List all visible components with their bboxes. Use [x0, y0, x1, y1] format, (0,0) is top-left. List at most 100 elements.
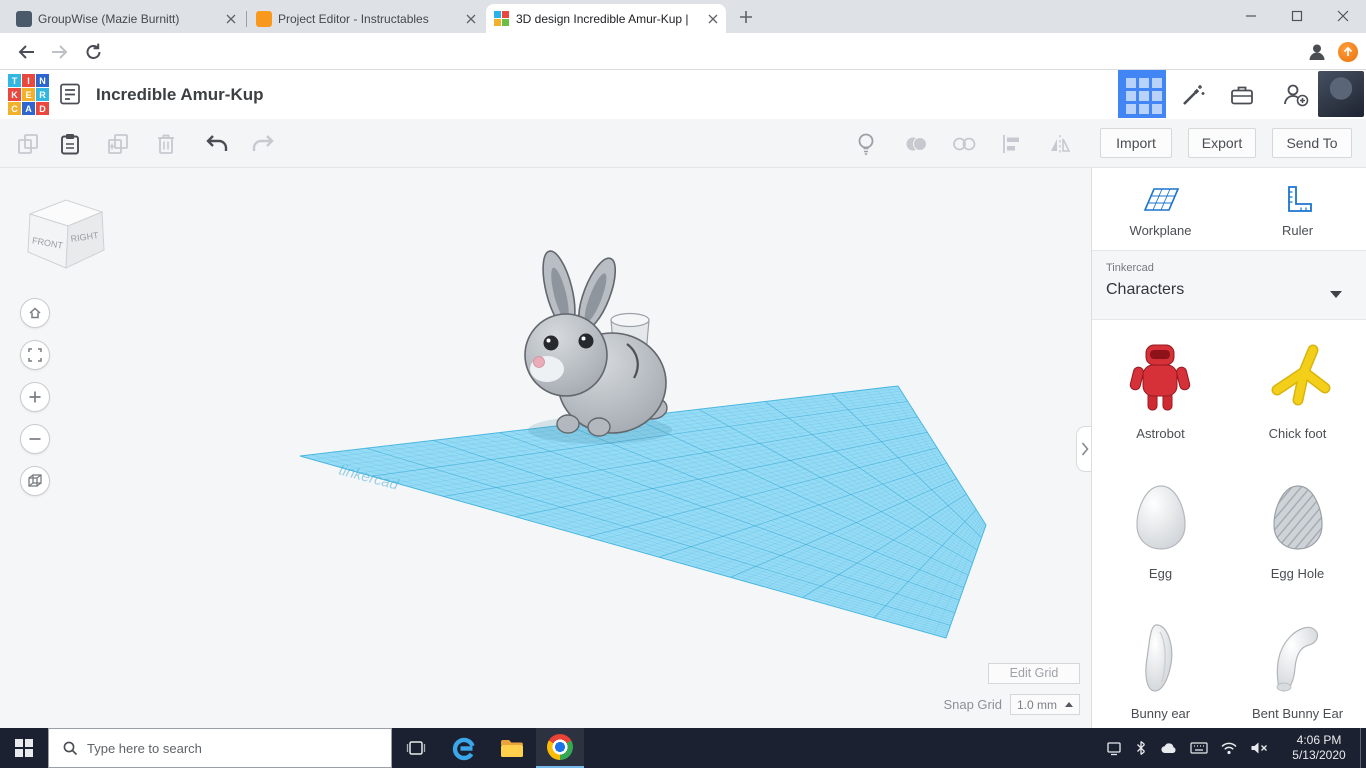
panel-collapse-handle[interactable] [1076, 426, 1092, 472]
start-button[interactable] [0, 728, 48, 768]
group-icon[interactable] [903, 132, 929, 156]
logo-tile: D [36, 102, 49, 115]
shape-item-egg[interactable]: Egg [1092, 478, 1229, 581]
import-button[interactable]: Import [1100, 128, 1172, 158]
paste-icon[interactable] [58, 132, 82, 156]
add-person-icon[interactable] [1281, 81, 1309, 109]
shape-item-astrobot[interactable]: Astrobot [1092, 338, 1229, 441]
browser-menu-update-icon[interactable] [1338, 42, 1358, 62]
shape-item-bunny-ear[interactable]: Bunny ear [1092, 618, 1229, 721]
view-cube[interactable]: FRONT RIGHT [16, 188, 108, 280]
lightbulb-icon[interactable] [853, 131, 879, 157]
tab-title: 3D design Incredible Amur-Kup | [516, 12, 702, 26]
zoom-in-button[interactable] [20, 382, 50, 412]
logo-tile: T [8, 74, 21, 87]
design-menu-icon[interactable] [58, 82, 82, 106]
snap-grid-value: 1.0 mm [1017, 698, 1059, 712]
tablet-mode-icon[interactable] [1106, 740, 1122, 756]
shape-item-bent-bunny-ear[interactable]: Bent Bunny Ear [1229, 618, 1366, 721]
undo-icon[interactable] [204, 132, 230, 156]
tab-close-icon[interactable] [466, 14, 476, 24]
shapes-panel: Workplane Ruler Tinkercad Characters [1092, 168, 1366, 728]
show-desktop-strip[interactable] [1360, 728, 1366, 768]
shape-category-dropdown[interactable]: Tinkercad Characters [1092, 250, 1366, 320]
new-tab-button[interactable] [738, 9, 754, 25]
chrome-icon [547, 734, 573, 760]
home-view-button[interactable] [20, 298, 50, 328]
bent-bunny-ear-icon [1253, 618, 1343, 698]
clock-date: 5/13/2020 [1292, 748, 1345, 763]
chrome-button[interactable] [536, 728, 584, 768]
windows-logo-icon [15, 739, 33, 757]
egg-hole-icon [1253, 478, 1343, 558]
tinkercad-logo[interactable]: TIN KER CAD [8, 74, 49, 115]
logo-tile: N [36, 74, 49, 87]
bunny-model[interactable] [525, 248, 672, 444]
fit-view-icon [27, 347, 43, 363]
fit-view-button[interactable] [20, 340, 50, 370]
ruler-tool[interactable]: Ruler [1229, 172, 1366, 248]
send-to-button[interactable]: Send To [1272, 128, 1352, 158]
tinkercad-header: TIN KER CAD Incredible Amur-Kup [0, 70, 1366, 119]
zoom-out-button[interactable] [20, 424, 50, 454]
task-view-button[interactable] [392, 728, 440, 768]
volume-muted-icon[interactable] [1250, 741, 1268, 755]
logo-tile: C [8, 102, 21, 115]
edit-toolbar: Import Export Send To [0, 119, 1366, 168]
profile-icon[interactable] [1306, 41, 1328, 63]
ungroup-icon[interactable] [951, 132, 977, 156]
duplicate-icon[interactable] [106, 132, 130, 156]
3d-viewport[interactable]: tinkercad [0, 168, 1092, 728]
shape-item-chick-foot[interactable]: Chick foot [1229, 338, 1366, 441]
edge-button[interactable] [440, 728, 488, 768]
tab-instructables[interactable]: Project Editor - Instructables [248, 5, 484, 33]
chick-foot-icon [1253, 338, 1343, 418]
folder-icon [499, 737, 525, 759]
window-maximize-button[interactable] [1274, 0, 1320, 32]
reload-button[interactable] [82, 40, 106, 64]
export-button[interactable]: Export [1188, 128, 1256, 158]
tab-title: GroupWise (Mazie Burnitt) [38, 12, 220, 26]
file-explorer-button[interactable] [488, 728, 536, 768]
tinker-wand-icon[interactable] [1180, 82, 1206, 108]
edit-grid-button[interactable]: Edit Grid [988, 663, 1080, 684]
bluetooth-icon[interactable] [1134, 740, 1148, 756]
logo-tile: R [36, 88, 49, 101]
onedrive-cloud-icon[interactable] [1160, 741, 1178, 755]
taskbar-search[interactable]: Type here to search [48, 728, 392, 768]
copy-icon[interactable] [16, 132, 40, 156]
shape-item-egg-hole[interactable]: Egg Hole [1229, 478, 1366, 581]
workplane-tool-label: Workplane [1130, 223, 1192, 238]
align-icon[interactable] [999, 132, 1025, 156]
egg-icon [1116, 478, 1206, 558]
dashboard-grid-button[interactable] [1118, 70, 1166, 118]
bunny-ear-icon [1116, 618, 1206, 698]
mirror-icon[interactable] [1047, 132, 1073, 156]
perspective-toggle-button[interactable] [20, 466, 50, 496]
forward-button[interactable] [48, 40, 72, 64]
tab-tinkercad-active[interactable]: 3D design Incredible Amur-Kup | [486, 4, 726, 33]
briefcase-icon[interactable] [1229, 82, 1255, 108]
tab-close-icon[interactable] [226, 14, 236, 24]
workplane-tool[interactable]: Workplane [1092, 172, 1229, 248]
logo-tile: K [8, 88, 21, 101]
redo-icon[interactable] [250, 132, 276, 156]
shape-label: Bent Bunny Ear [1252, 706, 1343, 721]
minus-icon [28, 432, 42, 446]
wifi-icon[interactable] [1220, 741, 1238, 755]
clock-time: 4:06 PM [1297, 733, 1342, 748]
window-minimize-button[interactable] [1228, 0, 1274, 32]
back-button[interactable] [14, 40, 38, 64]
delete-icon[interactable] [154, 132, 178, 156]
chevron-down-icon [1330, 291, 1342, 298]
tab-groupwise[interactable]: GroupWise (Mazie Burnitt) [8, 5, 244, 33]
window-close-button[interactable] [1320, 0, 1366, 32]
taskbar-clock[interactable]: 4:06 PM 5/13/2020 [1278, 728, 1360, 768]
tab-close-icon[interactable] [708, 14, 718, 24]
update-arrow-icon [1338, 42, 1358, 62]
minimize-icon [1245, 10, 1257, 22]
user-avatar[interactable] [1318, 71, 1364, 117]
tab-title: Project Editor - Instructables [278, 12, 460, 26]
snap-grid-dropdown[interactable]: 1.0 mm [1010, 694, 1080, 715]
touch-keyboard-icon[interactable] [1190, 741, 1208, 755]
